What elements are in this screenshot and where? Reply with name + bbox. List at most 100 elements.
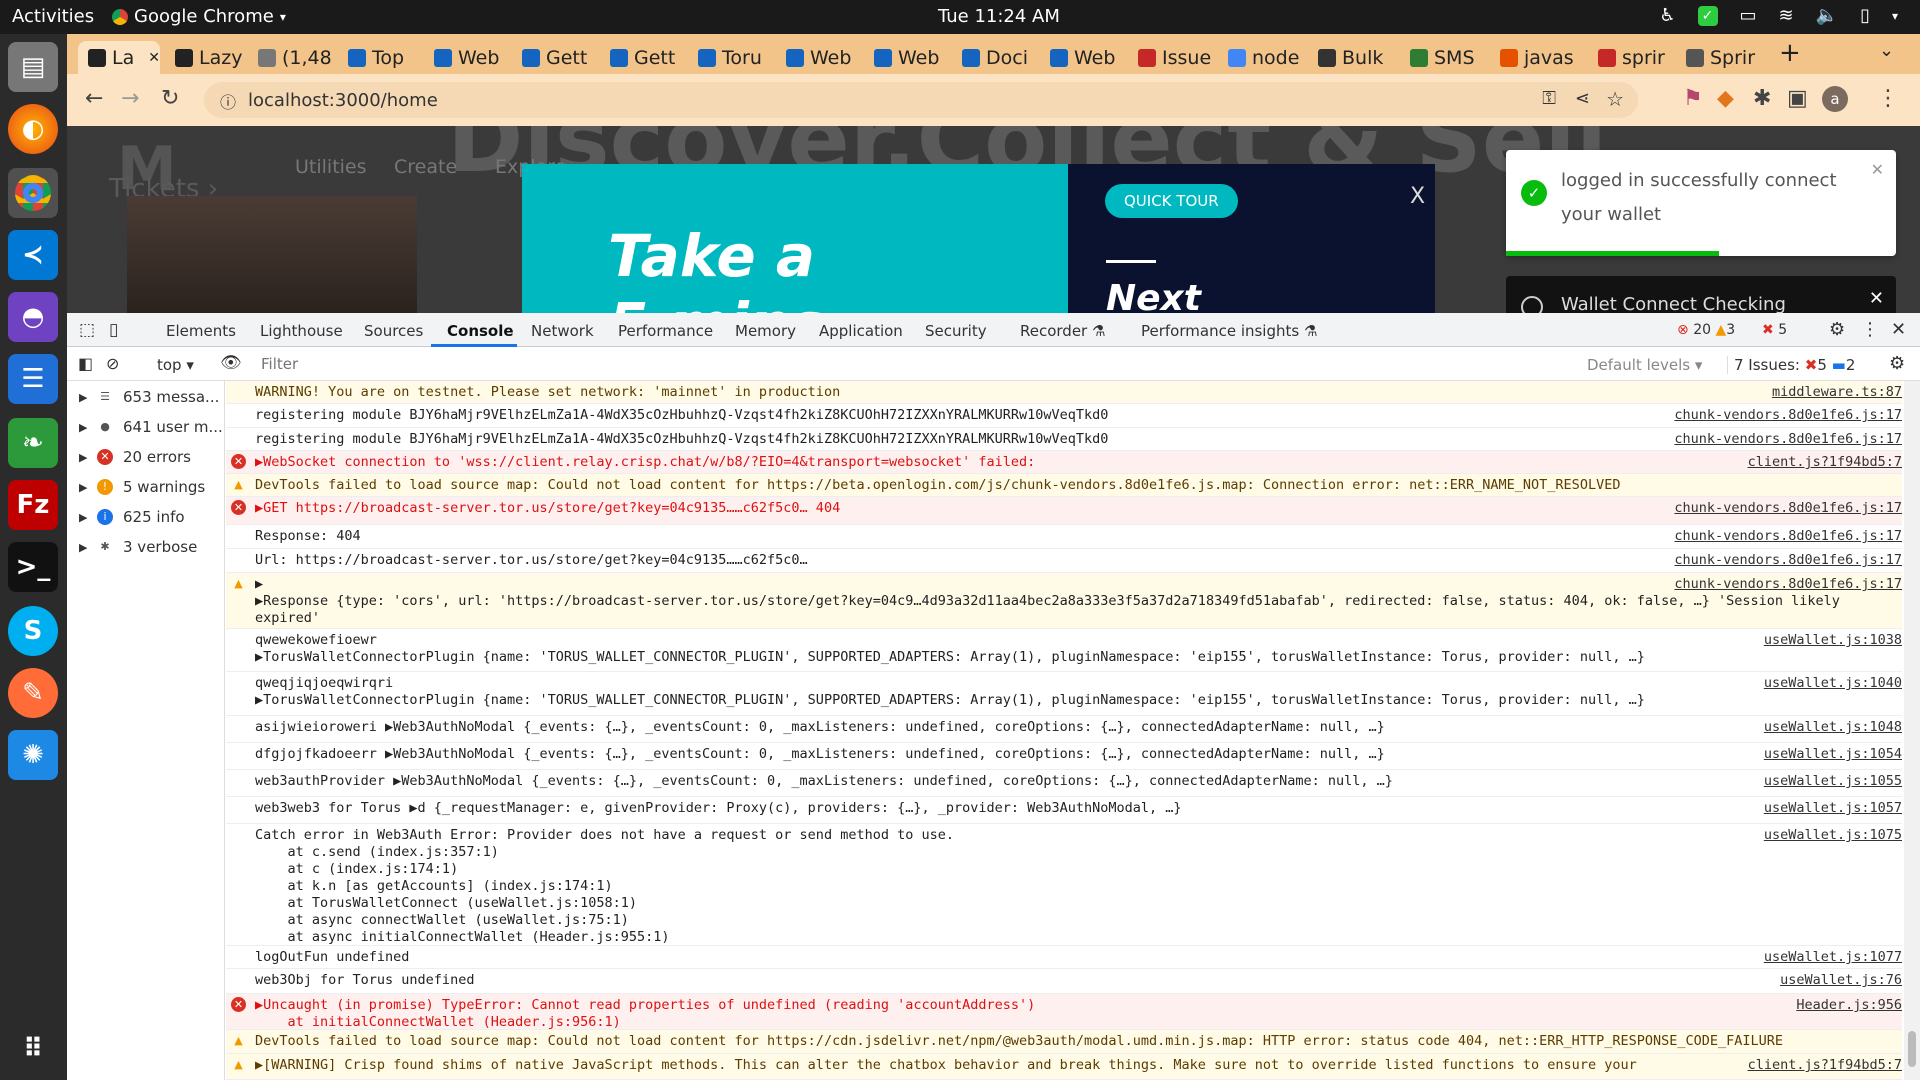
source-link[interactable]: chunk-vendors.8d0e1fe6.js:17 (1674, 576, 1902, 592)
toast-close-icon[interactable]: ✕ (1871, 160, 1884, 179)
browser-tab[interactable]: node (1218, 41, 1302, 74)
browser-tab[interactable]: sprir (1588, 41, 1672, 74)
metamask-icon[interactable]: ◆ (1717, 86, 1734, 111)
browser-tab[interactable]: La ✕ (78, 41, 160, 74)
sidebar-item-verbose[interactable]: ▶ ✱ 3 verbose (67, 533, 225, 561)
tab-application[interactable]: Application (819, 322, 903, 340)
activities-button[interactable]: Activities (12, 6, 94, 27)
source-link[interactable]: useWallet.js:1055 (1764, 773, 1902, 789)
info-icon[interactable]: ⓘ (220, 89, 236, 113)
console-row[interactable]: Catch error in Web3Auth Error: Provider … (226, 824, 1902, 946)
browser-tab[interactable]: (1,48 (248, 41, 334, 74)
sidebar-toggle-icon[interactable]: ◧ (78, 354, 93, 373)
extensions-puzzle-icon[interactable]: ✱ (1753, 86, 1771, 111)
skype-icon[interactable]: S (8, 606, 58, 656)
firefox-icon[interactable]: ◐ (8, 104, 58, 154)
toast2-close-icon[interactable]: ✕ (1869, 288, 1884, 309)
tab-memory[interactable]: Memory (735, 322, 796, 340)
error-count-badge[interactable]: ⊗ 20 ▲3 (1677, 322, 1735, 338)
inspect-element-icon[interactable]: ⬚ (79, 320, 95, 340)
app-menu[interactable]: Google Chrome ▾ (112, 6, 286, 27)
sidebar-item-info[interactable]: ▶ i 625 info (67, 503, 225, 531)
console-row[interactable]: qweqjiqjoeqwirqri ▶TorusWalletConnectorP… (226, 672, 1902, 716)
console-row[interactable]: ▲ ▶ ▶Response {type: 'cors', url: 'https:… (226, 573, 1902, 629)
app-grid-icon[interactable]: ⠿ (8, 1024, 58, 1074)
share-icon[interactable]: ⋖ (1575, 88, 1590, 109)
console-row[interactable]: ✕ ▶Uncaught (in promise) TypeError: Canno… (226, 994, 1902, 1030)
source-link[interactable]: useWallet.js:1057 (1764, 800, 1902, 816)
tab-console[interactable]: Console (447, 322, 514, 340)
extension-icon[interactable]: ⚑ (1683, 86, 1703, 111)
source-link[interactable]: useWallet.js:1038 (1764, 632, 1902, 648)
settings-app-icon[interactable]: ✺ (8, 730, 58, 780)
source-link[interactable]: useWallet.js:1040 (1764, 675, 1902, 691)
console-row[interactable]: web3web3 for Torus ▶d {_requestManager: … (226, 797, 1902, 824)
source-link[interactable]: middleware.ts:87 (1772, 384, 1902, 400)
source-link[interactable]: useWallet.js:1077 (1764, 949, 1902, 965)
sidebar-item-user[interactable]: ▶ ● 641 user m... (67, 413, 225, 441)
issues-badge[interactable]: ✖ 5 (1762, 322, 1787, 338)
github-desktop-icon[interactable]: ◓ (8, 292, 58, 342)
address-bar[interactable]: ⓘ localhost:3000/home ⚿ ⋖ ☆ (204, 82, 1638, 118)
chat-icon[interactable]: ▭ (1740, 5, 1757, 26)
browser-tab[interactable]: Gett (600, 41, 682, 74)
source-link[interactable]: chunk-vendors.8d0e1fe6.js:17 (1674, 528, 1902, 544)
tab-network[interactable]: Network (531, 322, 594, 340)
close-tab-icon[interactable]: ✕ (148, 50, 160, 66)
reload-button[interactable]: ↻ (161, 86, 179, 111)
tab-performance[interactable]: Performance (618, 322, 713, 340)
browser-tab[interactable]: Web (1040, 41, 1122, 74)
browser-tab[interactable]: Bulk (1308, 41, 1394, 74)
source-link[interactable]: useWallet.js:1075 (1764, 827, 1902, 843)
quick-tour-button[interactable]: QUICK TOUR (1105, 184, 1238, 218)
tab-search-icon[interactable]: ⌄ (1879, 40, 1894, 61)
back-button[interactable]: ← (85, 86, 103, 111)
accessibility-icon[interactable]: ♿ (1659, 5, 1675, 26)
tab-elements[interactable]: Elements (166, 322, 236, 340)
system-tray[interactable]: ♿ ✓ ▭ ≋ 🔈 ▯ ▾ (1659, 5, 1898, 26)
source-link[interactable]: client.js?1f94bd5:7 (1748, 454, 1902, 470)
console-row[interactable]: asijwieioroweri ▶Web3AuthNoModal {_event… (226, 716, 1902, 743)
source-link[interactable]: Header.js:956 (1796, 997, 1902, 1013)
source-link[interactable]: client.js?1f94bd5:7 (1748, 1057, 1902, 1073)
console-row[interactable]: Url: https://broadcast-server.tor.us/sto… (226, 549, 1902, 573)
device-toolbar-icon[interactable]: ▯ (109, 320, 118, 340)
chrome-icon[interactable] (8, 168, 58, 218)
vscode-icon[interactable]: ≺ (8, 230, 58, 280)
console-row[interactable]: ▲ ▶[WARNING] Crisp found shims of native … (226, 1054, 1902, 1080)
browser-tab[interactable]: javas (1490, 41, 1580, 74)
log-levels-dropdown[interactable]: Default levels ▾ (1587, 356, 1702, 374)
nav-create[interactable]: Create (394, 156, 457, 178)
browser-tab[interactable]: Issue (1128, 41, 1212, 74)
clock[interactable]: Tue 11:24 AM (938, 6, 1060, 27)
terminal-icon[interactable]: >_ (8, 542, 58, 592)
tab-sources[interactable]: Sources (364, 322, 423, 340)
console-row[interactable]: Response: 404 chunk-vendors.8d0e1fe6.js:1… (226, 525, 1902, 549)
tab-performance-insights[interactable]: Performance insights ⚗ (1141, 322, 1317, 340)
shield-icon[interactable]: ✓ (1697, 5, 1718, 26)
clear-console-icon[interactable]: ⊘ (106, 354, 119, 373)
chat-app-icon[interactable]: ☰ (8, 354, 58, 404)
console-row[interactable]: ✕ ▶GET https://broadcast-server.tor.us/st… (226, 497, 1902, 525)
console-row[interactable]: dfgjojfkadoeerr ▶Web3AuthNoModal {_event… (226, 743, 1902, 770)
browser-tab[interactable]: SMS (1400, 41, 1484, 74)
tab-lighthouse[interactable]: Lighthouse (260, 322, 343, 340)
tab-security[interactable]: Security (925, 322, 987, 340)
battery-icon[interactable]: ▯ (1860, 5, 1870, 26)
issues-counter[interactable]: 7 Issues: ✖5 ▬2 (1727, 356, 1861, 374)
source-link[interactable]: chunk-vendors.8d0e1fe6.js:17 (1674, 407, 1902, 423)
side-panel-icon[interactable]: ▣ (1787, 86, 1808, 111)
sidebar-item-warning[interactable]: ▶! 5 warnings (67, 473, 225, 501)
browser-tab[interactable]: Toru (688, 41, 770, 74)
browser-tab[interactable]: Web (864, 41, 946, 74)
source-link[interactable]: useWallet.js:76 (1780, 972, 1902, 988)
chevron-down-icon[interactable]: ▾ (1892, 9, 1898, 23)
sidebar-item-list[interactable]: ▶ ☰ 653 messa... (67, 383, 225, 411)
console-row[interactable]: registering module BJY6haMjr9VElhzELmZa1… (226, 404, 1902, 428)
live-expression-eye-icon[interactable]: 👁 (220, 353, 242, 373)
browser-tab[interactable]: Top (338, 41, 418, 74)
console-row[interactable]: WARNING! You are on testnet. Please set … (226, 381, 1902, 404)
gear-icon[interactable]: ⚙ (1829, 319, 1845, 340)
console-row[interactable]: qwewekowefioewr ▶TorusWalletConnectorPlu… (226, 629, 1902, 672)
avatar[interactable]: a (1822, 86, 1848, 112)
